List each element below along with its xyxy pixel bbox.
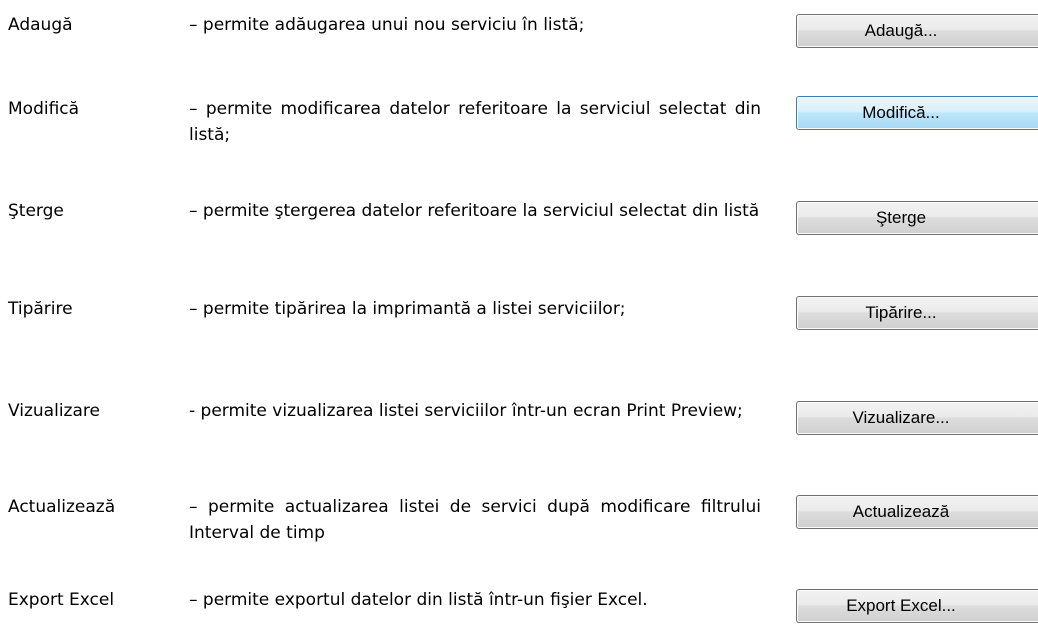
modify-button[interactable]: Modifică...	[796, 96, 1038, 130]
term-description: – permite ştergerea datelor referitoare …	[189, 201, 760, 221]
term-label: Modifică	[8, 99, 80, 119]
term-label: Şterge	[8, 201, 64, 221]
export-excel-button[interactable]: Export Excel...	[796, 589, 1038, 623]
term-label: Tipărire	[8, 299, 73, 319]
delete-button[interactable]: Şterge	[796, 201, 1038, 235]
refresh-button[interactable]: Actualizează	[796, 495, 1038, 529]
term-description: – permite modificarea datelor referitoar…	[189, 99, 761, 145]
term-label: Export Excel	[8, 590, 115, 610]
term-description: – permite tipărirea la imprimantă a list…	[189, 299, 626, 319]
term-description: – permite exportul datelor din listă înt…	[189, 590, 648, 610]
print-button[interactable]: Tipărire...	[796, 296, 1038, 330]
term-label: Vizualizare	[8, 401, 100, 421]
add-button[interactable]: Adaugă...	[796, 14, 1038, 48]
term-label: Adaugă	[8, 15, 73, 35]
term-description: - permite vizualizarea listei serviciilo…	[189, 401, 743, 421]
preview-button[interactable]: Vizualizare...	[796, 401, 1038, 435]
term-label: Actualizează	[8, 497, 116, 517]
term-description: – permite adăugarea unui nou serviciu în…	[189, 15, 585, 35]
term-description: – permite actualizarea listei de servici…	[189, 497, 761, 543]
